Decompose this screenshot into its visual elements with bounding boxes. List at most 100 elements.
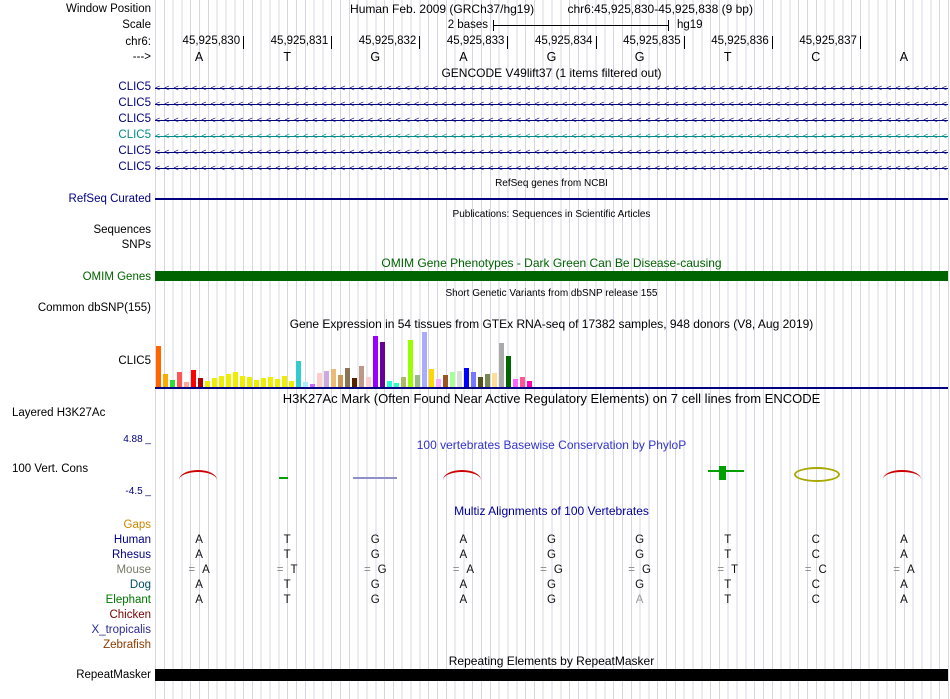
gtex-tissue-bar[interactable]	[177, 372, 182, 387]
omim-genes-label[interactable]: OMIM Genes	[0, 270, 151, 284]
gtex-tissue-bar[interactable]	[324, 371, 329, 387]
omim-gene-bar[interactable]	[155, 271, 948, 281]
gencode-transcript-line[interactable]: <<<<<<<<<<<<<<<<<<<<<<<<<<<<<<<<<<<<<<<<…	[155, 128, 948, 144]
gtex-tissue-bar[interactable]	[380, 342, 385, 387]
gencode-track-title[interactable]: GENCODE V49lift37 (1 items filtered out)	[155, 66, 948, 80]
gtex-tissue-bar[interactable]	[506, 356, 511, 387]
gencode-gene-label[interactable]: CLIC5	[0, 144, 151, 158]
sequences-label[interactable]: Sequences	[0, 223, 151, 237]
gtex-tissue-bar[interactable]	[373, 336, 378, 387]
gtex-tissue-bar[interactable]	[317, 373, 322, 387]
gtex-tissue-bar[interactable]	[352, 378, 357, 387]
species-label-chicken[interactable]: Chicken	[0, 608, 151, 622]
gtex-tissue-bar[interactable]	[464, 368, 469, 387]
gtex-tissue-bar[interactable]	[233, 372, 238, 387]
gtex-tissue-bar[interactable]	[275, 379, 280, 387]
species-label-x-tropicalis[interactable]: X_tropicalis	[0, 623, 151, 637]
gtex-tissue-bar[interactable]	[492, 373, 497, 387]
gtex-gene-label[interactable]: CLIC5	[0, 354, 151, 368]
refseq-gene-line[interactable]	[155, 198, 948, 200]
species-label-mouse[interactable]: Mouse	[0, 563, 151, 577]
scale-bases-text: 2 bases	[447, 19, 488, 31]
conservation-mark[interactable]	[708, 470, 744, 472]
gtex-expression-chart[interactable]	[156, 332, 536, 387]
gtex-tissue-bar[interactable]	[499, 343, 504, 387]
gtex-tissue-bar[interactable]	[163, 374, 168, 387]
conservation-mark[interactable]	[794, 467, 840, 482]
gtex-tissue-bar[interactable]	[366, 377, 371, 387]
gtex-tissue-bar[interactable]	[254, 380, 259, 387]
gtex-tissue-bar[interactable]	[240, 376, 245, 387]
gencode-transcript-line[interactable]: <<<<<<<<<<<<<<<<<<<<<<<<<<<<<<<<<<<<<<<<…	[155, 144, 948, 160]
gtex-tissue-bar[interactable]	[513, 379, 518, 387]
conservation-mark[interactable]	[719, 466, 726, 480]
gencode-gene-label[interactable]: CLIC5	[0, 96, 151, 110]
gencode-gene-label[interactable]: CLIC5	[0, 112, 151, 126]
cons-track-label[interactable]: 100 Vert. Cons	[12, 462, 88, 476]
gtex-tissue-bar[interactable]	[170, 380, 175, 387]
gtex-tissue-bar[interactable]	[471, 372, 476, 387]
refseq-track-title[interactable]: RefSeq genes from NCBI	[155, 177, 948, 191]
alignment-base-cell: = G	[507, 563, 595, 578]
species-label-elephant[interactable]: Elephant	[0, 593, 151, 607]
gtex-tissue-bar[interactable]	[345, 368, 350, 387]
gtex-tissue-bar[interactable]	[282, 376, 287, 387]
publications-track-title[interactable]: Publications: Sequences in Scientific Ar…	[155, 208, 948, 222]
gtex-tissue-bar[interactable]	[247, 377, 252, 387]
reference-base: A	[459, 50, 468, 64]
repeatmasker-bar[interactable]	[155, 669, 948, 681]
repeatmasker-label[interactable]: RepeatMasker	[0, 668, 151, 682]
gencode-transcript-line[interactable]: <<<<<<<<<<<<<<<<<<<<<<<<<<<<<<<<<<<<<<<<…	[155, 112, 948, 128]
gtex-tissue-bar[interactable]	[268, 377, 273, 387]
conservation-mark[interactable]	[279, 477, 288, 479]
gencode-gene-label[interactable]: CLIC5	[0, 80, 151, 94]
gtex-tissue-bar[interactable]	[331, 369, 336, 387]
species-label-gaps[interactable]: Gaps	[0, 518, 152, 532]
cons-track-title[interactable]: 100 vertebrates Basewise Conservation by…	[155, 438, 948, 452]
snps-label[interactable]: SNPs	[0, 238, 151, 252]
species-label-zebrafish[interactable]: Zebrafish	[0, 638, 151, 652]
gtex-tissue-bar[interactable]	[212, 378, 217, 387]
h3k27ac-track-title[interactable]: H3K27Ac Mark (Often Found Near Active Re…	[155, 392, 948, 406]
layered-h3k27ac-label[interactable]: Layered H3K27Ac	[12, 406, 105, 420]
gtex-tissue-bar[interactable]	[156, 346, 161, 387]
coordinate-label: 45,925,831	[270, 35, 329, 47]
gtex-tissue-bar[interactable]	[485, 374, 490, 387]
dbsnp-track-title[interactable]: Short Genetic Variants from dbSNP releas…	[155, 287, 948, 301]
alignment-base: A	[900, 594, 908, 606]
gtex-tissue-bar[interactable]	[261, 378, 266, 387]
gtex-tissue-bar[interactable]	[198, 378, 203, 387]
gtex-tissue-bar[interactable]	[408, 340, 413, 387]
species-label-rhesus[interactable]: Rhesus	[0, 548, 151, 562]
gtex-tissue-bar[interactable]	[415, 375, 420, 387]
gtex-tissue-bar[interactable]	[450, 372, 455, 387]
conservation-mark[interactable]	[353, 477, 397, 479]
gtex-tissue-bar[interactable]	[338, 375, 343, 387]
repeatmasker-track-title[interactable]: Repeating Elements by RepeatMasker	[155, 654, 948, 668]
gtex-tissue-bar[interactable]	[457, 371, 462, 387]
gtex-tissue-bar[interactable]	[429, 369, 434, 387]
gencode-transcript-line[interactable]: <<<<<<<<<<<<<<<<<<<<<<<<<<<<<<<<<<<<<<<<…	[155, 96, 948, 112]
gtex-tissue-bar[interactable]	[226, 374, 231, 387]
gtex-tissue-bar[interactable]	[443, 375, 448, 387]
gencode-transcript-line[interactable]: <<<<<<<<<<<<<<<<<<<<<<<<<<<<<<<<<<<<<<<<…	[155, 80, 948, 96]
multiz-track-title[interactable]: Multiz Alignments of 100 Vertebrates	[155, 504, 948, 518]
gencode-gene-label[interactable]: CLIC5	[0, 160, 151, 174]
gtex-tissue-bar[interactable]	[422, 332, 427, 387]
gtex-tissue-bar[interactable]	[436, 379, 441, 387]
gtex-tissue-bar[interactable]	[219, 376, 224, 387]
common-dbsnp-label[interactable]: Common dbSNP(155)	[0, 301, 151, 315]
omim-track-title[interactable]: OMIM Gene Phenotypes - Dark Green Can Be…	[155, 256, 948, 270]
gencode-gene-label[interactable]: CLIC5	[0, 128, 151, 142]
gtex-track-title[interactable]: Gene Expression in 54 tissues from GTEx …	[155, 317, 948, 331]
gtex-tissue-bar[interactable]	[401, 377, 406, 387]
gtex-tissue-bar[interactable]	[359, 366, 364, 387]
gtex-tissue-bar[interactable]	[191, 370, 196, 387]
gtex-tissue-bar[interactable]	[520, 377, 525, 387]
species-label-dog[interactable]: Dog	[0, 578, 151, 592]
gtex-tissue-bar[interactable]	[296, 361, 301, 387]
species-label-human[interactable]: Human	[0, 533, 151, 547]
gencode-transcript-line[interactable]: <<<<<<<<<<<<<<<<<<<<<<<<<<<<<<<<<<<<<<<<…	[155, 160, 948, 176]
refseq-curated-label[interactable]: RefSeq Curated	[0, 192, 151, 206]
gtex-tissue-bar[interactable]	[478, 377, 483, 387]
